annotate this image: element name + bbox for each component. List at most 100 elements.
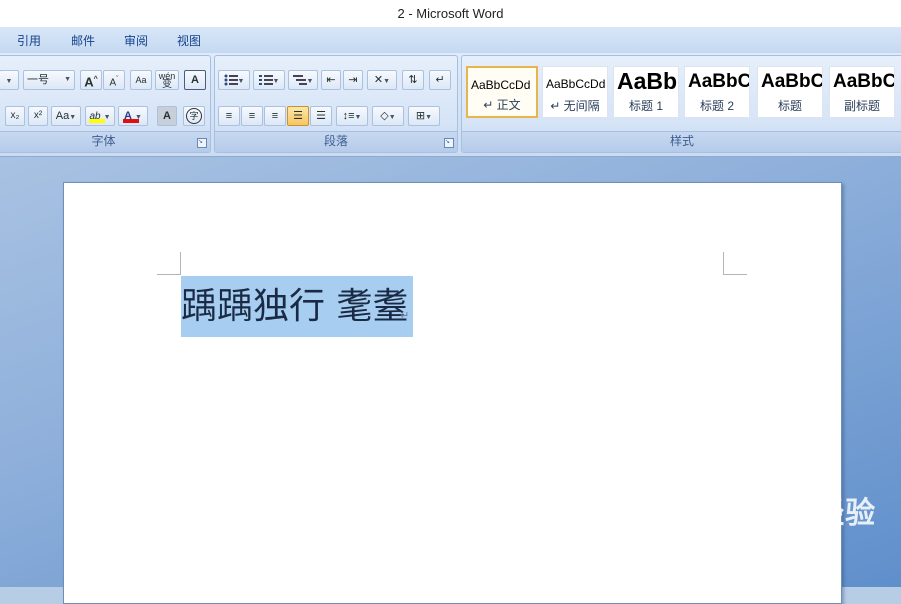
ribbon: ▼ 一号 ▼ A^ Aˇ Aa wén 变 A x₂ x² Aa▼ ab ▼ A… — [0, 53, 901, 157]
align-center-icon: ≡ — [248, 110, 256, 122]
chevron-down-icon: ▼ — [306, 78, 314, 85]
tab-references[interactable]: 引用 — [17, 32, 41, 49]
subscript-button[interactable]: x₂ — [5, 106, 25, 126]
shrink-font-button[interactable]: Aˇ — [103, 70, 125, 90]
line-spacing-button[interactable]: ↕≡▼ — [336, 106, 368, 126]
enclose-characters-icon: 字 — [186, 108, 202, 124]
decrease-indent-button[interactable]: ⇤ — [321, 70, 341, 90]
font-group: ▼ 一号 ▼ A^ Aˇ Aa wén 变 A x₂ x² Aa▼ ab ▼ A… — [0, 55, 211, 153]
bullets-icon — [224, 74, 238, 86]
line-spacing-icon: ↕≡ — [342, 110, 355, 122]
subscript-icon: x₂ — [10, 110, 20, 121]
bullets-button[interactable]: ▼ — [218, 70, 250, 90]
style-sample: AaBbC — [688, 71, 750, 92]
show-marks-button[interactable]: ↵ — [429, 70, 451, 90]
sort-button[interactable]: ⇅ — [402, 70, 424, 90]
shading-button[interactable]: ◇▼ — [372, 106, 404, 126]
styles-group: AaBbCcDd ↵ 正文 AaBbCcDd ↵ 无间隔 AaBb 标题 1 A… — [461, 55, 901, 153]
grow-font-icon: A — [84, 74, 94, 90]
clear-formatting-button[interactable]: Aa — [130, 70, 152, 90]
font-group-label: 字体 — [0, 131, 210, 152]
style-label: ↵ 正文 — [483, 98, 521, 112]
styles-group-label: 样式 — [462, 131, 901, 152]
tab-mailings[interactable]: 邮件 — [71, 32, 95, 49]
style-label: 标题 1 — [628, 99, 663, 113]
character-border-icon: A — [191, 74, 199, 86]
chevron-down-icon: ▼ — [272, 78, 280, 85]
border-icon: ⊞ — [415, 110, 426, 122]
font-dialog-launcher-icon[interactable]: ↘ — [197, 138, 207, 148]
crop-mark-top-right — [723, 252, 747, 275]
tab-review[interactable]: 审阅 — [124, 32, 148, 49]
change-case-icon: Aa — [55, 110, 70, 122]
character-shading-button[interactable]: A — [157, 106, 177, 126]
change-case-button[interactable]: Aa▼ — [51, 106, 81, 126]
numbering-icon — [258, 75, 273, 86]
multilevel-list-icon — [292, 75, 307, 86]
style-no-spacing[interactable]: AaBbCcDd ↵ 无间隔 — [542, 66, 608, 118]
baidu-watermark: Bai du 经验 jingyan.baidu.com — [690, 488, 876, 551]
decrease-indent-icon: ⇤ — [326, 74, 336, 86]
font-size-dropdown[interactable]: 一号 ▼ — [23, 70, 75, 90]
chevron-down-icon: ▼ — [69, 114, 77, 121]
style-heading-2[interactable]: AaBbC 标题 2 — [684, 66, 750, 118]
multilevel-list-button[interactable]: ▼ — [288, 70, 318, 90]
watermark-url: jingyan.baidu.com — [690, 534, 811, 551]
style-label: ↵ 无间隔 — [550, 99, 600, 113]
style-normal[interactable]: AaBbCcDd ↵ 正文 — [466, 66, 538, 118]
chevron-down-icon: ▼ — [5, 78, 13, 85]
style-sample: AaBbC — [761, 71, 823, 92]
paragraph-group: ▼ ▼ ▼ ⇤ ⇥ ✕▼ ⇅ ↵ ≡ ≡ ≡ ☰ ☰ ↕≡▼ ◇▼ ⊞▼ 段落 … — [214, 55, 458, 153]
sort-icon: ⇅ — [408, 74, 418, 86]
style-label: 副标题 — [843, 99, 880, 113]
font-size-value: 一号 — [27, 74, 49, 86]
paragraph-group-label: 段落 — [215, 131, 457, 152]
window-title: 2 - Microsoft Word — [397, 6, 504, 21]
style-heading-1[interactable]: AaBb 标题 1 — [613, 66, 679, 118]
crop-mark-top-left — [157, 252, 181, 275]
title-bar: 2 - Microsoft Word — [0, 0, 901, 27]
character-shading-icon: A — [163, 110, 171, 122]
font-color-swatch — [123, 119, 139, 123]
grow-font-button[interactable]: A^ — [80, 70, 102, 90]
paragraph-dialog-launcher-icon[interactable]: ↘ — [444, 138, 454, 148]
document-text[interactable]: 踽踽独行 耄耋 — [181, 284, 408, 330]
tab-view[interactable]: 视图 — [177, 32, 201, 49]
increase-indent-icon: ⇥ — [348, 74, 358, 86]
style-label: 标题 2 — [699, 99, 734, 113]
distributed-button[interactable]: ☰ — [310, 106, 332, 126]
align-left-button[interactable]: ≡ — [218, 106, 240, 126]
enclose-characters-button[interactable]: 字 — [183, 106, 205, 126]
align-right-icon: ≡ — [271, 110, 279, 122]
chevron-down-icon: ▼ — [354, 114, 362, 121]
superscript-button[interactable]: x² — [28, 106, 48, 126]
distributed-icon: ☰ — [316, 110, 326, 122]
style-title[interactable]: AaBbC 标题 — [757, 66, 823, 118]
chevron-down-icon: ▼ — [64, 76, 71, 83]
paint-bucket-icon: ◇ — [380, 110, 389, 122]
character-border-button[interactable]: A — [184, 70, 206, 90]
style-subtitle[interactable]: AaBbC 副标题 — [829, 66, 895, 118]
font-color-button[interactable]: A ▼ — [118, 106, 148, 126]
justify-button[interactable]: ☰ — [287, 106, 309, 126]
chinese-layout-button[interactable]: ✕▼ — [367, 70, 397, 90]
align-right-button[interactable]: ≡ — [264, 106, 286, 126]
style-sample: AaBbCcDd — [471, 78, 531, 92]
superscript-icon: x² — [33, 110, 43, 121]
phonetic-guide-char: 变 — [162, 79, 172, 90]
align-center-button[interactable]: ≡ — [241, 106, 263, 126]
paragraph-mark: ↵ — [400, 310, 410, 322]
phonetic-guide-button[interactable]: wén 变 — [155, 70, 179, 90]
paragraph-mark-icon: ↵ — [435, 74, 445, 86]
watermark-logo: Bai du 经验 — [690, 496, 877, 531]
highlight-color-swatch — [89, 119, 105, 123]
increase-indent-button[interactable]: ⇥ — [343, 70, 363, 90]
style-sample: AaBbCcDd — [546, 77, 606, 91]
text-highlight-button[interactable]: ab ▼ — [85, 106, 115, 126]
numbering-button[interactable]: ▼ — [253, 70, 285, 90]
borders-button[interactable]: ⊞▼ — [408, 106, 440, 126]
chevron-down-icon: ▼ — [425, 114, 433, 121]
chevron-down-icon: ▼ — [237, 78, 245, 85]
font-name-dropdown[interactable]: ▼ — [0, 70, 19, 90]
chinese-layout-icon: ✕ — [373, 74, 384, 86]
